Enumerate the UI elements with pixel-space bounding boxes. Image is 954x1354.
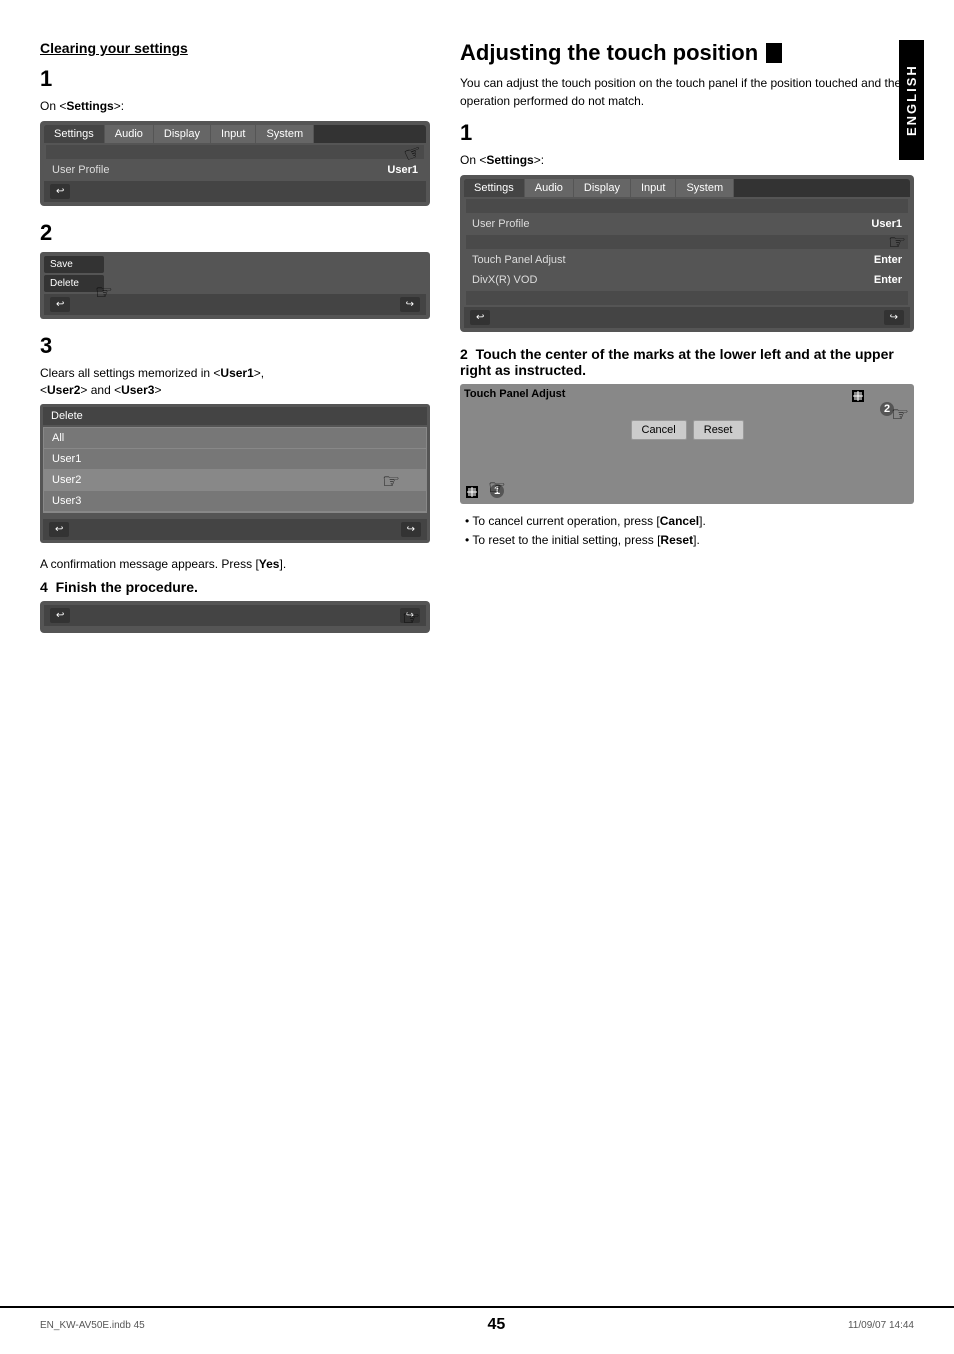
left-step2: 2 Save Delete ↩ ↪ ☞ <box>40 220 430 319</box>
right-screen1-row3: DivX(R) VOD Enter <box>466 271 908 289</box>
finger-icon-lower-left: ☞ <box>488 475 506 500</box>
right-step2-text: Touch the center of the marks at the low… <box>460 346 894 378</box>
left-screen1-back: ↩ <box>50 184 70 199</box>
left-screen1-label: User Profile <box>52 164 387 176</box>
page-footer: EN_KW-AV50E.indb 45 45 11/09/07 14:44 <box>0 1306 954 1334</box>
bullet-list: To cancel current operation, press [Canc… <box>460 512 914 550</box>
delete-list: All User1 User2 User3 <box>43 427 427 513</box>
step4-screen: ↩ ↪ ☞ <box>40 601 430 633</box>
step4-nav: ↩ ↪ <box>44 605 426 626</box>
right-screen1: Settings Audio Display Input System User… <box>460 175 914 332</box>
delete-title: Delete <box>43 407 427 425</box>
right-step2: 2 Touch the center of the marks at the l… <box>460 346 914 550</box>
confirmation-text: A confirmation message appears. Press [Y… <box>40 557 430 571</box>
left-step4-text: Finish the procedure. <box>56 579 198 595</box>
page-container: Clearing your settings 1 On <Settings>: … <box>0 0 954 1354</box>
left-step3-num: 3 <box>40 333 430 359</box>
delete-item-user1: User1 <box>44 449 426 470</box>
left-step1-text: On <Settings>: <box>40 98 430 115</box>
right-screen1-next: ↪ <box>884 310 904 325</box>
tab-settings-left1: Settings <box>44 125 105 143</box>
left-column: Clearing your settings 1 On <Settings>: … <box>40 40 430 647</box>
step3-next: ↪ <box>401 522 421 537</box>
page-number: 45 <box>487 1316 505 1334</box>
savedelete-screen: Save Delete ↩ ↪ ☞ <box>40 252 430 319</box>
right-screen1-row1: User Profile User1 <box>466 215 908 233</box>
delete-screen: Delete All User1 User2 User3 ↩ ↪ ☞ <box>40 404 430 543</box>
english-tab: ENGLISH <box>899 40 924 160</box>
delete-item-all: All <box>44 428 426 449</box>
step2-back: ↩ <box>50 297 70 312</box>
finger-icon-2: ☞ <box>95 280 113 305</box>
right-screen1-value1: User1 <box>871 218 902 230</box>
right-column: ENGLISH Adjusting the touch position You… <box>460 40 914 647</box>
step4-back: ↩ <box>50 608 70 623</box>
tab-audio-left1: Audio <box>105 125 154 143</box>
right-step1: 1 On <Settings>: Settings Audio Display … <box>460 120 914 332</box>
finger-icon-r1: ☞ <box>888 230 906 255</box>
right-screen1-value3: Enter <box>874 274 902 286</box>
touch-panel-title: Touch Panel Adjust <box>464 388 910 400</box>
right-screen1-tab-row: Settings Audio Display Input System <box>464 179 910 197</box>
content-area: Clearing your settings 1 On <Settings>: … <box>40 30 914 647</box>
tab-system-left1: System <box>256 125 314 143</box>
title-bar-icon <box>766 43 782 63</box>
upper-right-mark: 2 <box>852 390 894 416</box>
step3-back: ↩ <box>49 522 69 537</box>
right-screen1-back: ↩ <box>470 310 490 325</box>
right-screen1-value2: Enter <box>874 254 902 266</box>
footer-right-text: 11/09/07 14:44 <box>848 1320 914 1331</box>
left-screen1-row: User Profile User1 <box>46 161 424 179</box>
right-tab-settings: Settings <box>464 179 525 197</box>
touch-panel-screen: Touch Panel Adjust 2 ☞ Cancel <box>460 384 914 504</box>
left-section-title: Clearing your settings <box>40 40 430 56</box>
right-section-title: Adjusting the touch position <box>460 40 914 66</box>
right-tab-input: Input <box>631 179 676 197</box>
right-step1-num: 1 <box>460 120 914 146</box>
bullet-reset: To reset to the initial setting, press [… <box>465 531 914 550</box>
delete-item-user2: User2 <box>44 470 426 491</box>
right-screen1-row2: Touch Panel Adjust Enter <box>466 251 908 269</box>
finger-icon-4: ☞ <box>402 606 420 631</box>
right-title-text: Adjusting the touch position <box>460 40 758 66</box>
left-step2-num: 2 <box>40 220 430 246</box>
right-screen1-nav: ↩ ↪ <box>464 307 910 328</box>
right-tab-system: System <box>676 179 734 197</box>
left-step3: 3 Clears all settings memorized in <User… <box>40 333 430 544</box>
right-tab-audio: Audio <box>525 179 574 197</box>
step3-nav: ↩ ↪ <box>43 519 427 540</box>
left-step4-num-label: 4 Finish the procedure. <box>40 579 430 595</box>
cancel-button[interactable]: Cancel <box>631 420 687 440</box>
left-screen1: Settings Audio Display Input System User… <box>40 121 430 206</box>
intro-text: You can adjust the touch position on the… <box>460 74 914 110</box>
finger-icon-3: ☞ <box>382 469 400 494</box>
left-screen1-tab-row: Settings Audio Display Input System <box>44 125 426 143</box>
left-step4: 4 Finish the procedure. ↩ ↪ ☞ <box>40 579 430 633</box>
delete-item-user3: User3 <box>44 491 426 512</box>
right-tab-display: Display <box>574 179 631 197</box>
right-step1-text: On <Settings>: <box>460 152 914 169</box>
left-screen1-nav: ↩ <box>44 181 426 202</box>
clears-text: Clears all settings memorized in <User1>… <box>40 365 430 399</box>
right-screen1-label2: Touch Panel Adjust <box>472 254 874 266</box>
tab-display-left1: Display <box>154 125 211 143</box>
step2-next: ↪ <box>400 297 420 312</box>
left-step1-num: 1 <box>40 66 430 92</box>
reset-button[interactable]: Reset <box>693 420 744 440</box>
right-screen1-label1: User Profile <box>472 218 871 230</box>
bullet-cancel: To cancel current operation, press [Canc… <box>465 512 914 531</box>
left-step1: 1 On <Settings>: Settings Audio Display … <box>40 66 430 206</box>
right-screen1-label3: DivX(R) VOD <box>472 274 874 286</box>
tab-input-left1: Input <box>211 125 256 143</box>
finger-icon-upper-right: ☞ <box>891 402 909 427</box>
footer-left-text: EN_KW-AV50E.indb 45 <box>40 1320 145 1331</box>
right-step2-bold: 2 Touch the center of the marks at the l… <box>460 346 914 378</box>
touch-cancel-row: Cancel Reset <box>464 420 910 440</box>
save-btn: Save <box>44 256 104 273</box>
